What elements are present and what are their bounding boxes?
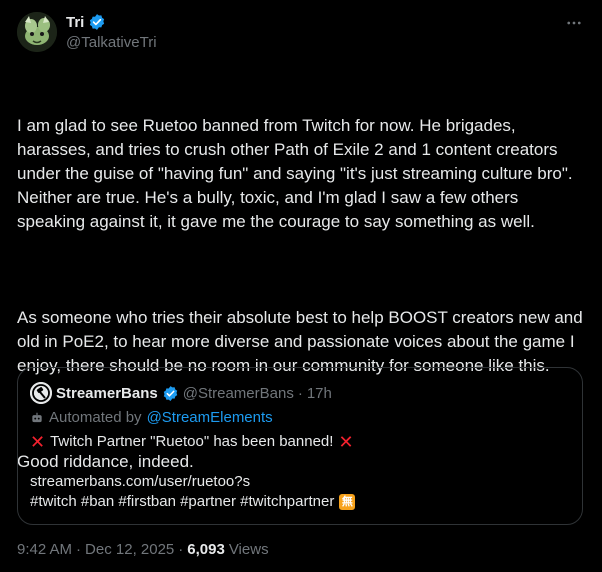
hashtags-line: #twitch #ban #firstban #partner #twitchp… (30, 492, 356, 512)
verified-badge-icon (90, 14, 105, 30)
tweet-paragraph: I am glad to see Ruetoo banned from Twit… (17, 116, 578, 231)
dragon-avatar-icon (17, 12, 57, 52)
author-handle[interactable]: @TalkativeTri (66, 34, 157, 51)
meta-separator: · (76, 541, 82, 558)
profile-link: streamerbans.com/user/ruetoo?s (30, 472, 250, 492)
ban-announcement: ✕ Twitch Partner "Ruetoo" has been banne… (30, 432, 354, 452)
automated-by-link[interactable]: @StreamElements (147, 409, 273, 426)
author-display-name[interactable]: Tri (66, 14, 84, 31)
quoted-author-handle[interactable]: @StreamerBans (183, 385, 294, 402)
tweet-date[interactable]: Dec 12, 2025 (85, 541, 174, 558)
meta-separator: · (178, 541, 184, 558)
quoted-tweet-time[interactable]: 17h (307, 385, 332, 402)
profile-url[interactable]: streamerbans.com/user/ruetoo?s (30, 472, 250, 492)
automated-label: Automated by @StreamElements (30, 409, 273, 426)
author-name-row: Tri (66, 13, 106, 31)
more-options-icon (567, 21, 581, 25)
more-options-button[interactable] (564, 13, 584, 33)
views-label: Views (228, 541, 269, 558)
tweet-time[interactable]: 9:42 AM (17, 541, 72, 558)
meta-separator: · (297, 384, 303, 402)
automated-prefix: Automated by (49, 409, 142, 426)
quoted-author-avatar[interactable] (30, 382, 52, 404)
author-avatar[interactable] (17, 12, 57, 52)
verified-badge-icon (163, 385, 177, 401)
robot-icon (32, 412, 42, 422)
quoted-tweet-header: StreamerBans @StreamerBans · 17h (30, 382, 332, 404)
hashtags[interactable]: #twitch #ban #firstban #partner #twitchp… (30, 492, 334, 512)
quoted-tweet[interactable]: StreamerBans @StreamerBans · 17h Automat… (17, 367, 583, 525)
views-count: 6,093 (187, 541, 225, 558)
tweet: Tri @TalkativeTri I am glad to see Rueto… (0, 0, 602, 572)
cross-mark-icon: ✕ (30, 432, 46, 452)
ban-announcement-text: Twitch Partner "Ruetoo" has been banned! (50, 433, 334, 450)
ban-hammer-icon (30, 382, 52, 404)
no-charge-emoji-icon: 無 (339, 494, 356, 510)
quoted-author-name[interactable]: StreamerBans (56, 385, 158, 402)
cross-mark-icon: ✕ (338, 432, 354, 452)
tweet-footer: 9:42 AM · Dec 12, 2025 · 6,093 Views (17, 541, 269, 558)
